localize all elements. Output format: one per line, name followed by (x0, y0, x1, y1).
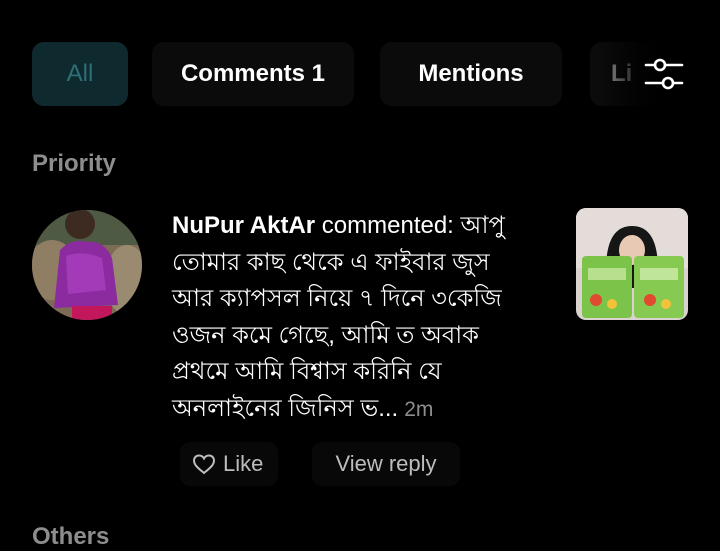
comment-username[interactable]: NuPur AktAr (172, 212, 315, 239)
section-header-others: Others (32, 523, 110, 550)
avatar[interactable] (32, 210, 142, 320)
notification-tabs: All Comments 1 Mentions Li (0, 42, 720, 108)
tab-all[interactable]: All (32, 42, 128, 106)
video-thumbnail[interactable] (576, 208, 688, 320)
comment-timestamp: 2m (404, 397, 434, 421)
like-button[interactable]: Like (180, 442, 278, 486)
comment-text: আপু তোমার কাছ থেকে এ ফাইবার জুস আর ক্যাপ… (172, 212, 505, 422)
sliders-icon[interactable] (643, 54, 685, 94)
heart-icon (192, 454, 216, 475)
tab-mentions[interactable]: Mentions (380, 42, 562, 106)
view-reply-label: View reply (335, 451, 437, 476)
section-header-priority: Priority (32, 150, 117, 177)
like-label: Like (223, 451, 264, 476)
comment-action: commented: (315, 212, 461, 239)
notification-comment[interactable]: NuPur AktAr commented: আপু তোমার কাছ থেক… (172, 208, 534, 428)
view-reply-button[interactable]: View reply (312, 442, 460, 486)
tab-comments[interactable]: Comments 1 (152, 42, 354, 106)
